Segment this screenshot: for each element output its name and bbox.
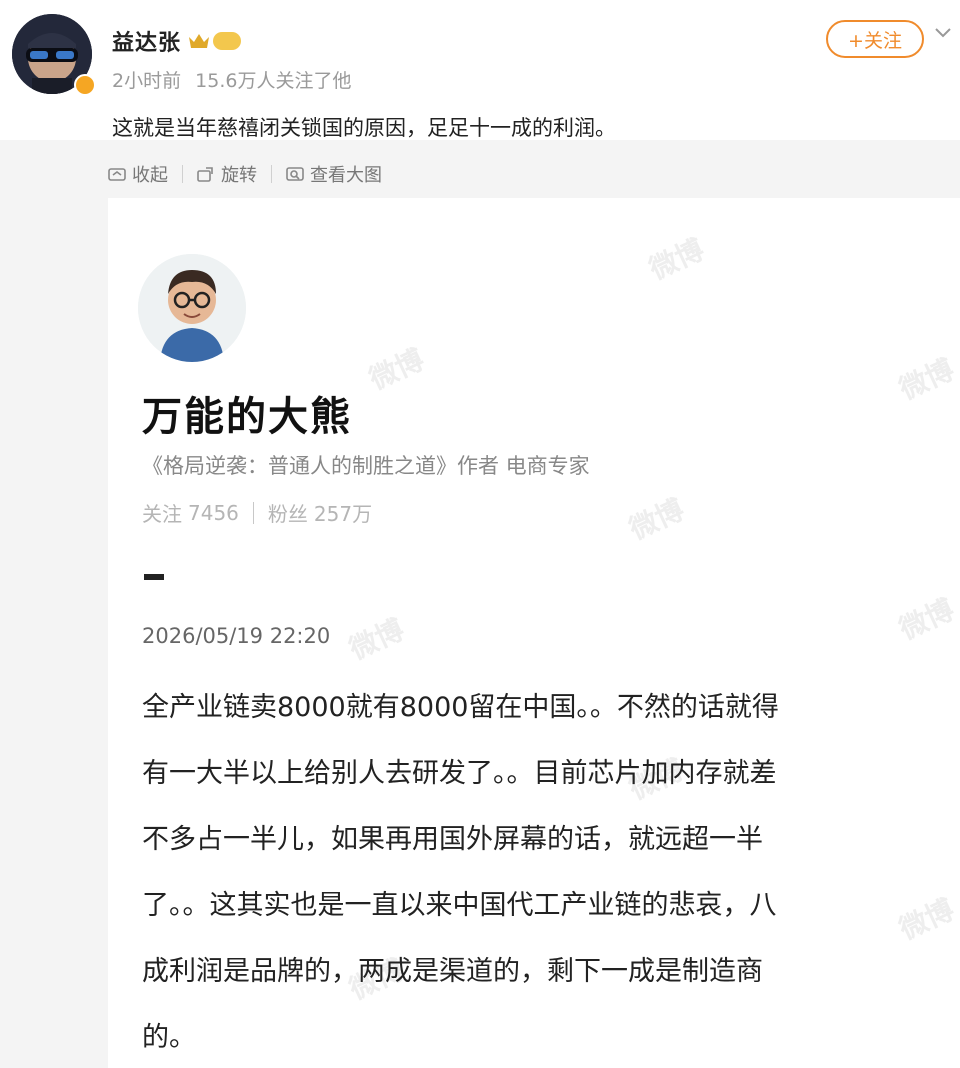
author-avatar[interactable] [138,254,246,362]
article-line: 了。。这其实也是一直以来中国代工产业链的悲哀，八 [142,890,777,921]
screenshot-card[interactable]: 微博 微博 微博 微博 微博 微博 微博 微博 微博 万能的大熊 《格局逆袭：普… [108,198,960,1068]
toolbar-divider [182,165,183,183]
article-line: 有一大半以上给别人去研发了。。目前芯片加内存就差 [142,758,777,789]
author-stats: 关注 7456 粉丝 257万 [142,498,372,527]
watermark: 微博 [364,342,429,397]
chevron-down-icon[interactable] [934,26,952,40]
weibo-post-page: 益达张 2小时前 15.6万人关注了他 +关注 这就是当年慈禧闭关锁国的原因，足… [0,0,960,1068]
view-full-button[interactable]: 查看大图 [286,161,382,187]
article-line: 的。 [142,1022,196,1053]
post-time: 2小时前 [112,70,182,92]
verified-badge-icon [74,74,96,96]
watermark: 微博 [894,592,959,647]
toolbar-divider [271,165,272,183]
fans-label: 粉丝 [267,502,308,526]
collapse-label: 收起 [132,165,168,186]
author-bio: 《格局逆袭：普通人的制胜之道》作者 电商专家 [142,454,590,478]
rotate-button[interactable]: 旋转 [197,161,257,187]
author-name: 万能的大熊 [142,394,352,440]
collapse-icon [108,168,126,181]
watermark: 微博 [894,352,959,407]
post-meta: 2小时前 15.6万人关注了他 [112,66,351,93]
follow-button[interactable]: +关注 [826,20,924,58]
article-line: 不多占一半儿，如果再用国外屏幕的话，就远超一半 [142,824,763,855]
collapse-button[interactable]: 收起 [108,161,168,187]
watermark: 微博 [344,612,409,667]
rotate-label: 旋转 [221,165,257,186]
fans-count: 257万 [313,502,373,526]
watermark: 微博 [644,232,709,287]
magnify-icon [286,167,304,181]
post-text: 这就是当年慈禧闭关锁国的原因，足足十一成的利润。 [112,116,616,140]
card-date: 2026/05/19 22:20 [142,624,331,648]
view-full-label: 查看大图 [310,165,382,186]
level-badge-icon [213,32,242,50]
username-row: 益达张 [112,24,242,58]
article-line: 成利润是品牌的，两成是渠道的，剩下一成是制造商 [142,956,763,987]
stats-divider [252,501,254,524]
article-body: 全产业链卖8000就有8000留在中国。。不然的话就得 有一大半以上给别人去研发… [142,682,912,1068]
watermark: 微博 [624,492,689,547]
image-toolbar: 收起 旋转 查看大图 [108,160,382,188]
dash-mark [144,574,164,580]
following-label: 关注 [142,502,182,526]
rotate-icon [197,167,213,182]
user-avatar[interactable] [12,14,96,98]
article-line: 全产业链卖8000就有8000留在中国。。不然的话就得 [142,692,779,723]
crown-icon [189,34,210,48]
following-count: 7456 [188,500,239,525]
followers-note: 15.6万人关注了他 [195,70,352,92]
username[interactable]: 益达张 [112,25,181,57]
